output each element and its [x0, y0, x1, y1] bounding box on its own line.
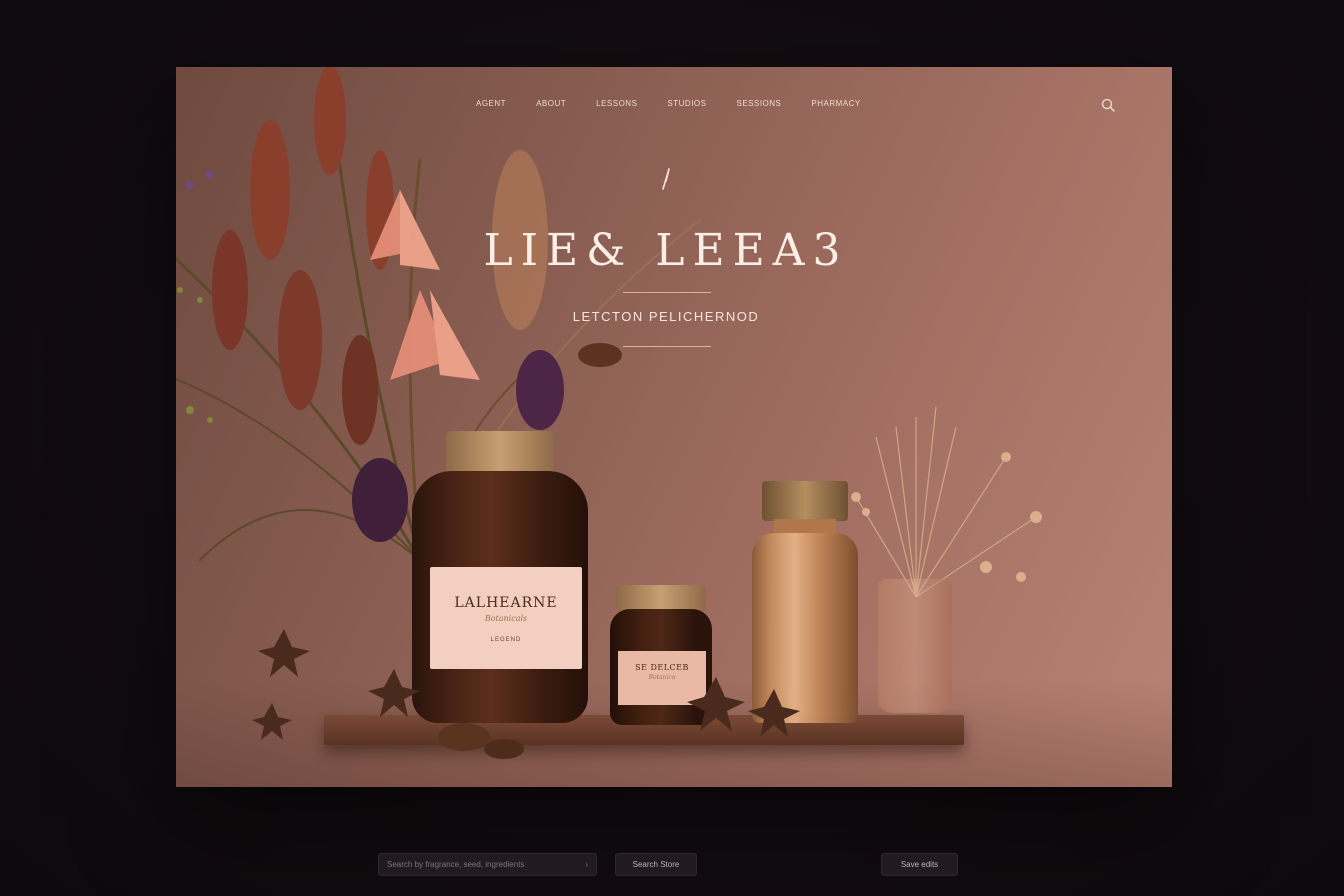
bottle-cap	[762, 481, 848, 521]
nav-item-pharmacy[interactable]: PHARMACY	[811, 99, 860, 108]
hero-banner: AGENT ABOUT LESSONS STUDIOS SESSIONS PHA…	[176, 67, 1172, 787]
hero-subtitle: LETCTON PELICHERNOD	[572, 309, 760, 324]
nav-item-about[interactable]: ABOUT	[536, 99, 566, 108]
search-input-placeholder: Search by fragrance, seed, ingredients	[387, 860, 525, 869]
title-divider-bottom	[623, 346, 711, 347]
dried-flowers-illustration	[851, 406, 1042, 597]
nav-item-agent[interactable]: AGENT	[476, 99, 506, 108]
nav-item-lessons[interactable]: LESSONS	[596, 99, 637, 108]
chevron-right-icon: ›	[585, 860, 588, 869]
search-store-button[interactable]: Search Store	[615, 853, 697, 876]
save-edits-button[interactable]: Save edits	[881, 853, 958, 876]
jar-cap	[446, 431, 554, 475]
search-icon[interactable]	[1100, 97, 1118, 115]
search-input[interactable]: Search by fragrance, seed, ingredients ›	[378, 853, 597, 876]
hero-title: LIE& LEEA3	[483, 225, 849, 276]
brand-mark-icon	[662, 168, 670, 190]
nav-item-studios[interactable]: STUDIOS	[667, 99, 706, 108]
nav-item-sessions[interactable]: SESSIONS	[736, 99, 781, 108]
main-nav: AGENT ABOUT LESSONS STUDIOS SESSIONS PHA…	[476, 99, 861, 108]
star-anise-illustration	[252, 629, 800, 759]
title-divider-top	[623, 292, 711, 293]
